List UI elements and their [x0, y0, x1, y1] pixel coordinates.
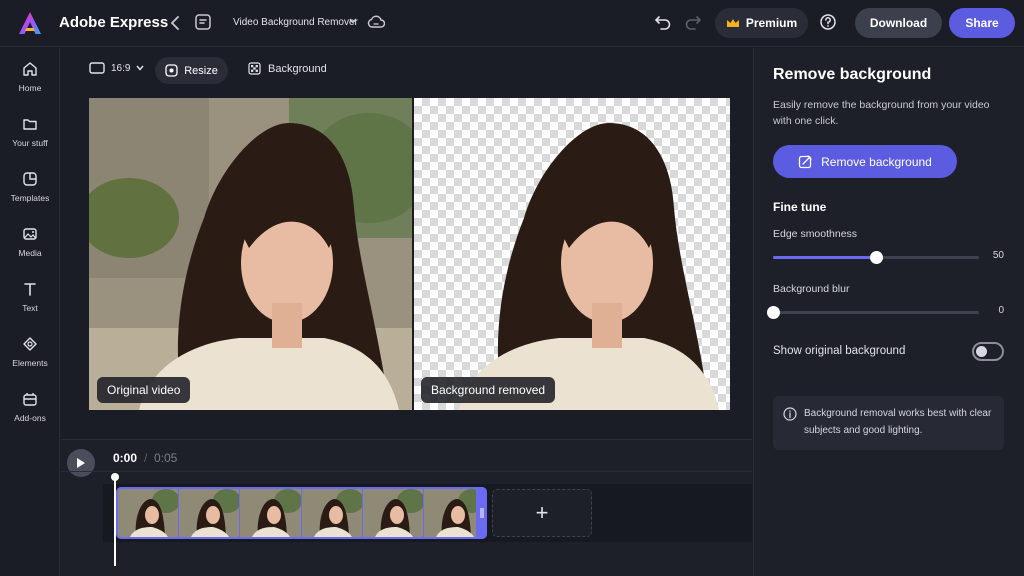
- original-video-pane: Original video: [89, 98, 412, 410]
- clip-frame: [240, 489, 301, 537]
- back-icon[interactable]: [166, 13, 184, 33]
- resize-label: Resize: [184, 64, 218, 77]
- add-clip-button[interactable]: +: [492, 489, 592, 537]
- fine-tune-heading: Fine tune: [773, 200, 827, 214]
- remove-background-label: Remove background: [821, 154, 932, 169]
- background-label: Background: [268, 62, 327, 75]
- show-original-label: Show original background: [773, 345, 906, 357]
- crown-icon: [726, 18, 739, 27]
- rail-item-templates[interactable]: Templates: [0, 168, 60, 216]
- share-button[interactable]: Share: [949, 8, 1015, 38]
- undo-icon[interactable]: [654, 13, 672, 31]
- clip-trim-handle[interactable]: [476, 487, 487, 539]
- elements-icon: [23, 337, 37, 351]
- edge-smoothness-thumb[interactable]: [870, 251, 883, 264]
- aspect-ratio-dropdown[interactable]: 16:9: [89, 62, 145, 74]
- original-video-label: Original video: [97, 377, 191, 403]
- edge-smoothness-label: Edge smoothness: [773, 228, 858, 240]
- total-time: 0:05: [154, 451, 178, 465]
- background-blur-value: 0: [998, 305, 1004, 316]
- current-time: 0:00: [113, 451, 138, 465]
- grip-icon: [480, 508, 483, 518]
- timeline-ruler: [61, 471, 752, 472]
- play-button[interactable]: [67, 449, 95, 477]
- toggle-knob: [976, 346, 987, 357]
- play-icon: [77, 458, 85, 468]
- premium-label: Premium: [745, 16, 798, 30]
- rail-label: Elements: [12, 358, 48, 368]
- media-icon: [23, 228, 37, 240]
- templates-icon: [23, 172, 37, 186]
- chevron-down-icon: [136, 65, 145, 71]
- edge-smoothness-value: 50: [992, 250, 1004, 261]
- rail-item-add-ons[interactable]: Add-ons: [0, 388, 60, 436]
- clip-frame: [118, 489, 179, 537]
- info-text: Background removal works best with clear…: [804, 408, 992, 436]
- chevron-down-icon[interactable]: [349, 16, 357, 26]
- rail-label: Templates: [10, 193, 50, 203]
- rail-label: Media: [18, 248, 42, 258]
- document-icon[interactable]: [194, 13, 212, 31]
- checkerboard-icon: [248, 62, 261, 75]
- remove-background-button[interactable]: Remove background: [773, 145, 957, 178]
- rail-item-elements[interactable]: Elements: [0, 333, 60, 381]
- addons-icon: [23, 393, 37, 406]
- background-removed-image: [459, 123, 719, 410]
- background-blur-slider[interactable]: [767, 306, 979, 319]
- rail-item-media[interactable]: Media: [0, 223, 60, 271]
- resize-icon: [165, 64, 178, 77]
- folder-icon: [23, 119, 37, 130]
- magic-edit-icon: [798, 155, 812, 169]
- redo-icon[interactable]: [684, 13, 702, 31]
- aspect-ratio-label: 16:9: [111, 62, 131, 74]
- edge-smoothness-slider[interactable]: [773, 251, 979, 264]
- clip-frame: [423, 489, 485, 537]
- left-rail: Home Your stuff Templates Media Text Ele…: [0, 48, 60, 576]
- document-title[interactable]: Video Background Remover: [233, 17, 358, 28]
- background-removed-label: Background removed: [421, 377, 556, 403]
- playhead[interactable]: [114, 474, 116, 566]
- rail-label: Your stuff: [12, 138, 48, 148]
- background-removed-pane: Background removed: [414, 98, 730, 410]
- background-blur-label: Background blur: [773, 283, 850, 295]
- playhead-knob[interactable]: [111, 473, 119, 481]
- rail-item-text[interactable]: Text: [0, 278, 60, 326]
- adobe-express-logo[interactable]: [17, 10, 43, 36]
- rail-label: Text: [22, 303, 38, 313]
- resize-button[interactable]: Resize: [155, 57, 228, 84]
- clip-frame: [362, 489, 423, 537]
- time-separator: /: [144, 451, 148, 465]
- download-button[interactable]: Download: [855, 8, 942, 38]
- rail-item-home[interactable]: Home: [0, 58, 60, 106]
- video-clip[interactable]: [116, 487, 487, 539]
- home-icon: [23, 62, 37, 76]
- cloud-sync-icon[interactable]: [367, 15, 385, 29]
- info-callout: Background removal works best with clear…: [773, 396, 1004, 450]
- rail-label: Home: [18, 83, 42, 93]
- clip-frame: [179, 489, 240, 537]
- info-icon: [783, 407, 797, 421]
- premium-button[interactable]: Premium: [715, 8, 808, 38]
- edge-smoothness-fill: [773, 256, 876, 259]
- clip-frame: [301, 489, 362, 537]
- panel-description: Easily remove the background from your v…: [773, 99, 990, 127]
- rail-label: Add-ons: [14, 413, 46, 423]
- aspect-ratio-icon: [89, 62, 105, 74]
- background-blur-thumb[interactable]: [767, 306, 780, 319]
- text-icon: [24, 283, 36, 296]
- app-title: Adobe Express: [59, 14, 169, 31]
- panel-title: Remove background: [773, 66, 932, 83]
- show-original-toggle[interactable]: [972, 342, 1004, 361]
- original-video-image: [89, 98, 412, 410]
- rail-item-your-stuff[interactable]: Your stuff: [0, 113, 60, 161]
- video-preview[interactable]: Original video Background removed: [89, 98, 730, 410]
- background-button[interactable]: Background: [248, 62, 327, 75]
- help-icon[interactable]: [819, 13, 837, 31]
